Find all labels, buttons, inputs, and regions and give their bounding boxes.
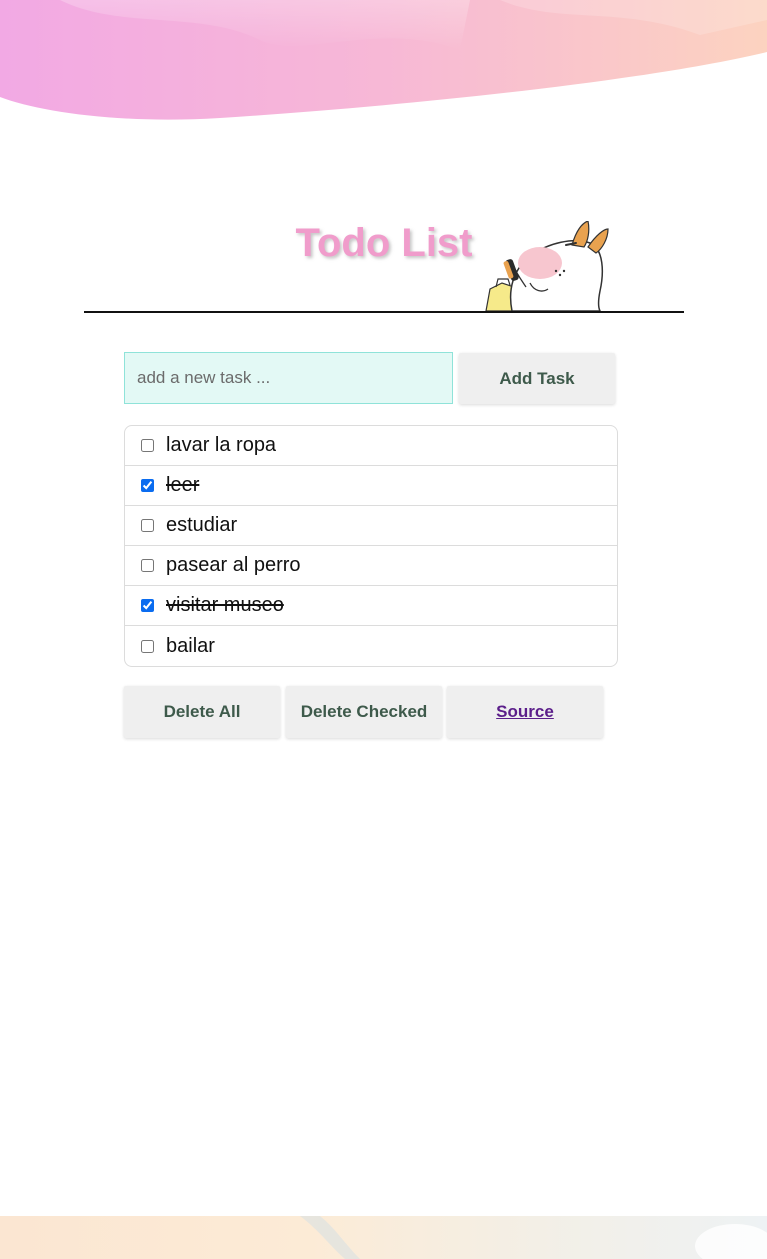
task-item[interactable]: estudiar: [125, 506, 617, 546]
task-list: lavar la ropa leer estudiar pasear al pe…: [124, 425, 618, 667]
task-label: estudiar: [166, 514, 238, 536]
task-item[interactable]: lavar la ropa: [125, 426, 617, 466]
task-label: bailar: [166, 634, 215, 657]
add-task-row: Add Task: [124, 352, 616, 404]
top-watercolor-wave: [0, 0, 767, 120]
task-item[interactable]: visitar museo: [125, 586, 617, 626]
task-checkbox[interactable]: [141, 519, 154, 532]
dog-eating-icon: [485, 221, 609, 311]
task-label: visitar museo: [166, 594, 284, 616]
task-item[interactable]: pasear al perro: [125, 546, 617, 586]
task-checkbox[interactable]: [141, 479, 154, 492]
bottom-watercolor-band: [0, 1216, 767, 1259]
task-checkbox[interactable]: [141, 439, 154, 452]
todo-page: Todo List Add Ta: [0, 0, 767, 1259]
task-label: pasear al perro: [166, 554, 301, 576]
delete-checked-button[interactable]: Delete Checked: [286, 686, 442, 738]
header: Todo List: [84, 205, 684, 313]
source-link[interactable]: Source: [447, 686, 603, 738]
delete-all-button[interactable]: Delete All: [124, 686, 280, 738]
task-checkbox[interactable]: [141, 559, 154, 572]
task-checkbox[interactable]: [141, 639, 154, 653]
new-task-input[interactable]: [124, 352, 453, 404]
task-item[interactable]: bailar: [125, 626, 617, 666]
footer-actions: Delete All Delete Checked Source: [124, 686, 604, 738]
task-label: leer: [166, 474, 200, 496]
task-item[interactable]: leer: [125, 466, 617, 506]
add-task-button[interactable]: Add Task: [459, 353, 615, 404]
task-label: lavar la ropa: [166, 434, 277, 456]
task-checkbox[interactable]: [141, 599, 154, 612]
